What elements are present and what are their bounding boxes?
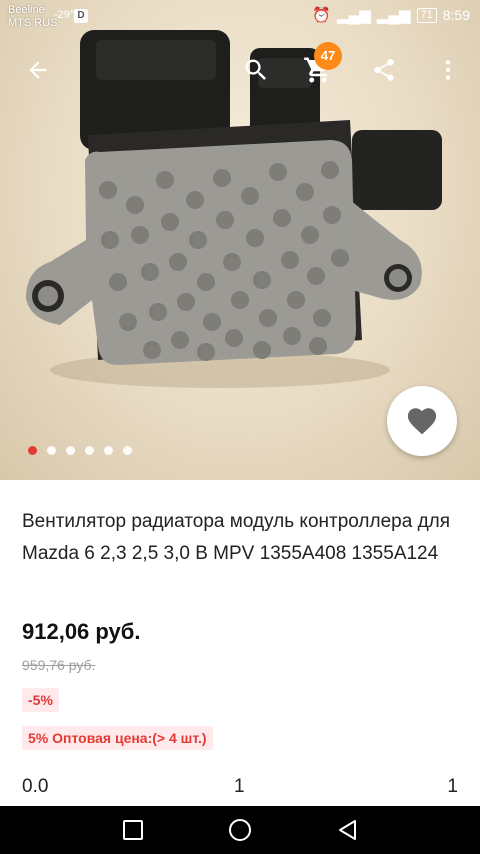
back-button[interactable] xyxy=(16,48,60,92)
search-icon xyxy=(245,59,266,80)
status-icons: ⏰ ▂▄▆ ▂▄▆ 71 8:59 xyxy=(312,6,470,24)
home-button[interactable] xyxy=(210,806,270,854)
orders-count: 1 xyxy=(447,776,458,797)
triangle-back-icon xyxy=(339,820,356,840)
gallery-dot[interactable] xyxy=(47,446,56,455)
gallery-dots xyxy=(28,446,132,455)
more-vert-icon xyxy=(445,60,451,80)
gallery-dot[interactable] xyxy=(66,446,75,455)
review-count: 1 xyxy=(234,776,245,797)
wholesale-price-badge[interactable]: 5% Оптовая цена:(> 4 шт.) xyxy=(22,726,213,750)
gallery-dot[interactable] xyxy=(123,446,132,455)
gallery-dot[interactable] xyxy=(28,446,37,455)
battery-icon: 71 xyxy=(416,7,437,23)
carrier-1: Beeline xyxy=(8,4,45,16)
old-price: 959,76 руб. xyxy=(22,657,96,673)
square-icon xyxy=(123,820,143,840)
search-button[interactable] xyxy=(234,48,278,92)
share-icon xyxy=(374,59,394,81)
product-image[interactable]: Beeline MTS RUS -29° D ⏰ ▂▄▆ ▂▄▆ 71 8:59… xyxy=(0,0,480,480)
top-toolbar xyxy=(0,44,480,96)
d-badge: D xyxy=(74,9,88,23)
carrier-info: Beeline MTS RUS xyxy=(8,4,58,30)
carrier-2: MTS RUS xyxy=(8,17,58,29)
share-button[interactable] xyxy=(362,48,406,92)
product-stats: 0.0 1 1 xyxy=(22,776,458,800)
product-title: Вентилятор радиатора модуль контроллера … xyxy=(22,511,451,564)
more-button[interactable] xyxy=(426,48,470,92)
product-price: 912,06 руб. xyxy=(22,619,141,644)
signal-2-icon: ▂▄▆ xyxy=(376,7,411,24)
signal-icon: ▂▄▆ xyxy=(337,7,371,24)
status-bar: Beeline MTS RUS -29° D ⏰ ▂▄▆ ▂▄▆ 71 8:59 xyxy=(0,0,480,34)
rating-value: 0.0 xyxy=(22,776,49,797)
gallery-dot[interactable] xyxy=(104,446,113,455)
discount-badge: -5% xyxy=(22,688,59,712)
cart-count-badge: 47 xyxy=(314,42,342,70)
system-nav-bar xyxy=(0,806,480,854)
temperature: -29° xyxy=(54,9,75,21)
recents-button[interactable] xyxy=(103,806,163,854)
heart-icon xyxy=(407,408,437,435)
nav-back-button[interactable] xyxy=(317,806,377,854)
clock: 8:59 xyxy=(442,7,470,23)
circle-icon xyxy=(229,819,251,841)
alarm-icon: ⏰ xyxy=(312,7,332,24)
arrow-left-icon xyxy=(29,61,47,79)
gallery-dot[interactable] xyxy=(85,446,94,455)
favorite-button[interactable] xyxy=(387,386,457,456)
